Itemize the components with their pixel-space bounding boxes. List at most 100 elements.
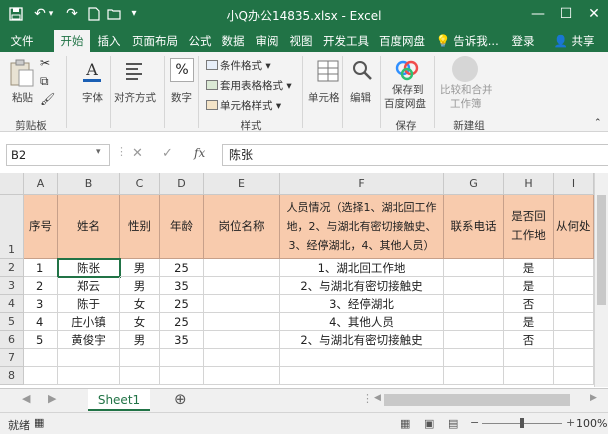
cell-seq[interactable]: 2 [24, 277, 58, 295]
empty-cell[interactable] [58, 349, 120, 367]
column-header-b[interactable]: B [58, 173, 120, 195]
header-cell-returned[interactable]: 是否回工作地 [504, 195, 554, 259]
column-header-d[interactable]: D [160, 173, 204, 195]
cell-situation[interactable]: 3、经停湖北 [280, 295, 444, 313]
cell-phone[interactable] [444, 295, 504, 313]
status-macro-icon[interactable]: ▦ [34, 416, 44, 429]
cell-style-button[interactable]: 单元格样式 ▾ [206, 98, 281, 113]
empty-cell[interactable] [160, 349, 204, 367]
cell-name[interactable]: 陈张 [57, 258, 121, 278]
empty-cell[interactable] [120, 349, 160, 367]
cell-returned[interactable]: 是 [504, 313, 554, 331]
column-header-h[interactable]: H [504, 173, 554, 195]
select-all-corner[interactable] [0, 173, 24, 195]
header-cell-age[interactable]: 年龄 [160, 195, 204, 259]
cell-gender[interactable]: 男 [120, 259, 160, 277]
normal-view-icon[interactable]: ▦ [400, 417, 410, 430]
column-header-e[interactable]: E [204, 173, 280, 195]
number-label[interactable]: 数字 [171, 90, 192, 105]
row-header-4[interactable]: 4 [0, 295, 24, 313]
empty-cell[interactable] [504, 367, 554, 385]
prev-sheet-icon[interactable]: ◀ [22, 392, 30, 405]
row-header-8[interactable]: 8 [0, 367, 24, 385]
formula-input[interactable]: 陈张 [222, 144, 608, 166]
baidu-cloud-icon[interactable] [394, 56, 420, 82]
cell-age[interactable]: 25 [160, 313, 204, 331]
edit-label[interactable]: 编辑 [350, 90, 371, 105]
add-sheet-icon[interactable]: ⊕ [174, 390, 187, 408]
copy-icon[interactable]: ⧉ [40, 74, 49, 89]
empty-cell[interactable] [204, 367, 280, 385]
tab-review[interactable]: 审阅 [252, 30, 282, 52]
empty-cell[interactable] [444, 367, 504, 385]
cell-gender[interactable]: 男 [120, 277, 160, 295]
row-header-1[interactable]: 1 [0, 195, 24, 259]
row-header-5[interactable]: 5 [0, 313, 24, 331]
column-header-f[interactable]: F [280, 173, 444, 195]
cell-seq[interactable]: 1 [24, 259, 58, 277]
zoom-slider-thumb[interactable] [520, 418, 524, 428]
share-button[interactable]: 👤 共享 [544, 30, 604, 52]
cell-phone[interactable] [444, 277, 504, 295]
tab-developer[interactable]: 开发工具 [320, 30, 372, 52]
cell-seq[interactable]: 4 [24, 313, 58, 331]
close-icon[interactable]: ✕ [584, 4, 604, 24]
cell-gender[interactable]: 女 [120, 295, 160, 313]
cut-icon[interactable]: ✂ [40, 56, 50, 70]
empty-cell[interactable] [444, 349, 504, 367]
cell-position[interactable] [204, 313, 280, 331]
font-icon[interactable]: A [80, 58, 104, 86]
cell-from[interactable] [554, 313, 594, 331]
tab-formulas[interactable]: 公式 [186, 30, 214, 52]
cells-label[interactable]: 单元格 [308, 90, 340, 105]
sheet-tab-sheet1[interactable]: Sheet1 [88, 389, 150, 411]
scroll-left-icon[interactable]: ◀ [374, 393, 381, 403]
conditional-format-button[interactable]: 条件格式 ▾ [206, 58, 271, 73]
cell-seq[interactable]: 5 [24, 331, 58, 349]
lightbulb-icon[interactable]: 💡 [434, 30, 452, 52]
row-header-6[interactable]: 6 [0, 331, 24, 349]
cell-position[interactable] [204, 331, 280, 349]
header-cell-position[interactable]: 岗位名称 [204, 195, 280, 259]
row-header-3[interactable]: 3 [0, 277, 24, 295]
cell-phone[interactable] [444, 331, 504, 349]
table-format-button[interactable]: 套用表格格式 ▾ [206, 78, 292, 93]
cell-name[interactable]: 庄小镇 [58, 313, 120, 331]
header-cell-seq[interactable]: 序号 [24, 195, 58, 259]
empty-cell[interactable] [504, 349, 554, 367]
cell-from[interactable] [554, 295, 594, 313]
cell-name[interactable]: 郑云 [58, 277, 120, 295]
page-break-view-icon[interactable]: ▤ [448, 417, 458, 430]
cell-returned[interactable]: 是 [504, 277, 554, 295]
column-header-c[interactable]: C [120, 173, 160, 195]
horizontal-scrollbar[interactable] [384, 394, 570, 406]
paste-label[interactable]: 粘贴 [12, 90, 33, 105]
tab-view[interactable]: 视图 [286, 30, 316, 52]
page-layout-view-icon[interactable]: ▣ [424, 417, 434, 430]
font-label[interactable]: 字体 [82, 90, 103, 105]
zoom-out-icon[interactable]: − [470, 416, 479, 429]
cell-from[interactable] [554, 277, 594, 295]
header-cell-situation[interactable]: 人员情况（选择1、湖北回工作地，2、与湖北有密切接触史、3、经停湖北，4、其他人… [280, 195, 444, 259]
cell-age[interactable]: 25 [160, 259, 204, 277]
zoom-slider[interactable] [482, 418, 562, 428]
cell-returned[interactable]: 是 [504, 259, 554, 277]
header-cell-phone[interactable]: 联系电话 [444, 195, 504, 259]
cell-returned[interactable]: 否 [504, 331, 554, 349]
alignment-icon[interactable] [124, 60, 144, 82]
cells-icon[interactable] [316, 58, 340, 84]
cell-age[interactable]: 35 [160, 331, 204, 349]
tab-insert[interactable]: 插入 [94, 30, 124, 52]
cell-gender[interactable]: 男 [120, 331, 160, 349]
cell-from[interactable] [554, 331, 594, 349]
cell-situation[interactable]: 4、其他人员 [280, 313, 444, 331]
maximize-icon[interactable]: ☐ [556, 4, 576, 24]
enter-icon[interactable]: ✓ [162, 146, 173, 161]
cell-position[interactable] [204, 277, 280, 295]
cell-returned[interactable]: 否 [504, 295, 554, 313]
compare-merge-icon[interactable] [452, 56, 478, 82]
cell-name[interactable]: 黄俊宇 [58, 331, 120, 349]
row-header-2[interactable]: 2 [0, 259, 24, 277]
empty-cell[interactable] [554, 367, 594, 385]
cell-seq[interactable]: 3 [24, 295, 58, 313]
